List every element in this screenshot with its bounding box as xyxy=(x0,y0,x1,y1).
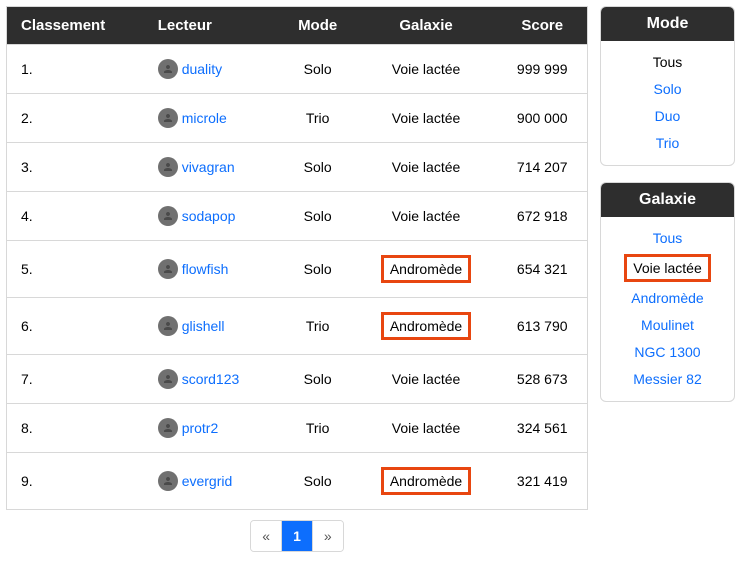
cell-player: duality xyxy=(150,45,281,94)
table-row: 8. protr2 TrioVoie lactée324 561 xyxy=(7,404,588,453)
table-row: 3. vivagran SoloVoie lactée714 207 xyxy=(7,143,588,192)
player-link[interactable]: scord123 xyxy=(182,371,240,387)
cell-score: 999 999 xyxy=(497,45,587,94)
player-link[interactable]: evergrid xyxy=(182,473,233,489)
cell-rank: 4. xyxy=(7,192,150,241)
cell-score: 324 561 xyxy=(497,404,587,453)
player-link[interactable]: vivagran xyxy=(182,159,235,175)
cell-galaxy: Voie lactée xyxy=(355,192,498,241)
table-row: 9. evergrid SoloAndromède321 419 xyxy=(7,453,588,510)
filter-item-mode[interactable]: Trio xyxy=(607,130,728,156)
avatar-icon xyxy=(158,108,178,128)
cell-score: 672 918 xyxy=(497,192,587,241)
filter-item-galaxy[interactable]: Andromède xyxy=(607,285,728,311)
pager-prev[interactable]: « xyxy=(251,521,282,551)
avatar-icon xyxy=(158,471,178,491)
filter-item-mode[interactable]: Tous xyxy=(607,49,728,75)
avatar-icon xyxy=(158,418,178,438)
cell-galaxy: Voie lactée xyxy=(355,143,498,192)
avatar-icon xyxy=(158,259,178,279)
cell-player: protr2 xyxy=(150,404,281,453)
cell-player: sodapop xyxy=(150,192,281,241)
cell-galaxy: Andromède xyxy=(355,298,498,355)
cell-mode: Trio xyxy=(281,94,355,143)
player-link[interactable]: glishell xyxy=(182,318,225,334)
cell-rank: 3. xyxy=(7,143,150,192)
table-row: 4. sodapop SoloVoie lactée672 918 xyxy=(7,192,588,241)
avatar-icon xyxy=(158,369,178,389)
cell-mode: Solo xyxy=(281,45,355,94)
cell-mode: Solo xyxy=(281,355,355,404)
cell-mode: Trio xyxy=(281,298,355,355)
avatar-icon xyxy=(158,316,178,336)
cell-mode: Solo xyxy=(281,453,355,510)
filter-item-galaxy[interactable]: Moulinet xyxy=(607,312,728,338)
filter-mode: Mode TousSoloDuoTrio xyxy=(600,6,735,166)
cell-rank: 5. xyxy=(7,241,150,298)
cell-galaxy: Voie lactée xyxy=(355,355,498,404)
player-link[interactable]: microle xyxy=(182,110,227,126)
player-link[interactable]: duality xyxy=(182,61,222,77)
cell-galaxy: Andromède xyxy=(355,241,498,298)
cell-score: 654 321 xyxy=(497,241,587,298)
cell-player: vivagran xyxy=(150,143,281,192)
cell-galaxy: Voie lactée xyxy=(355,94,498,143)
avatar-icon xyxy=(158,206,178,226)
cell-rank: 1. xyxy=(7,45,150,94)
filter-item-mode[interactable]: Solo xyxy=(607,76,728,102)
player-link[interactable]: sodapop xyxy=(182,208,236,224)
table-row: 6. glishell TrioAndromède613 790 xyxy=(7,298,588,355)
col-score: Score xyxy=(497,7,587,45)
table-row: 7. scord123 SoloVoie lactée528 673 xyxy=(7,355,588,404)
cell-score: 528 673 xyxy=(497,355,587,404)
cell-mode: Solo xyxy=(281,192,355,241)
table-row: 1. duality SoloVoie lactée999 999 xyxy=(7,45,588,94)
table-row: 5. flowfish SoloAndromède654 321 xyxy=(7,241,588,298)
cell-mode: Trio xyxy=(281,404,355,453)
filter-sidebar: Mode TousSoloDuoTrio Galaxie TousVoie la… xyxy=(600,6,735,552)
cell-rank: 9. xyxy=(7,453,150,510)
cell-player: microle xyxy=(150,94,281,143)
cell-score: 613 790 xyxy=(497,298,587,355)
player-link[interactable]: protr2 xyxy=(182,420,219,436)
filter-galaxy: Galaxie Tous Voie lactée AndromèdeMoulinet… xyxy=(600,182,735,402)
cell-score: 714 207 xyxy=(497,143,587,192)
cell-score: 321 419 xyxy=(497,453,587,510)
avatar-icon xyxy=(158,59,178,79)
cell-galaxy: Voie lactée xyxy=(355,45,498,94)
leaderboard-main: Classement Lecteur Mode Galaxie Score 1.… xyxy=(6,6,588,552)
cell-rank: 6. xyxy=(7,298,150,355)
filter-item-galaxy[interactable]: NGC 1300 xyxy=(607,339,728,365)
filter-item-galaxy[interactable]: Voie lactée xyxy=(624,254,711,282)
col-player: Lecteur xyxy=(150,7,281,45)
table-header-row: Classement Lecteur Mode Galaxie Score xyxy=(7,7,588,45)
cell-galaxy: Andromède xyxy=(355,453,498,510)
filter-item-galaxy[interactable]: Tous xyxy=(607,225,728,251)
pager-next[interactable]: » xyxy=(313,521,343,551)
cell-mode: Solo xyxy=(281,143,355,192)
col-rank: Classement xyxy=(7,7,150,45)
cell-galaxy: Voie lactée xyxy=(355,404,498,453)
cell-player: glishell xyxy=(150,298,281,355)
table-row: 2. microle TrioVoie lactée900 000 xyxy=(7,94,588,143)
player-link[interactable]: flowfish xyxy=(182,261,229,277)
leaderboard-table: Classement Lecteur Mode Galaxie Score 1.… xyxy=(6,6,588,510)
col-mode: Mode xyxy=(281,7,355,45)
cell-rank: 8. xyxy=(7,404,150,453)
avatar-icon xyxy=(158,157,178,177)
col-galaxy: Galaxie xyxy=(355,7,498,45)
cell-score: 900 000 xyxy=(497,94,587,143)
cell-mode: Solo xyxy=(281,241,355,298)
pager-page-1[interactable]: 1 xyxy=(282,521,313,551)
cell-rank: 7. xyxy=(7,355,150,404)
cell-player: scord123 xyxy=(150,355,281,404)
filter-item-mode[interactable]: Duo xyxy=(607,103,728,129)
cell-player: evergrid xyxy=(150,453,281,510)
pagination: « 1 » xyxy=(6,520,588,552)
cell-player: flowfish xyxy=(150,241,281,298)
filter-galaxy-title: Galaxie xyxy=(601,183,734,217)
filter-item-galaxy[interactable]: Messier 82 xyxy=(607,366,728,392)
filter-mode-title: Mode xyxy=(601,7,734,41)
cell-rank: 2. xyxy=(7,94,150,143)
